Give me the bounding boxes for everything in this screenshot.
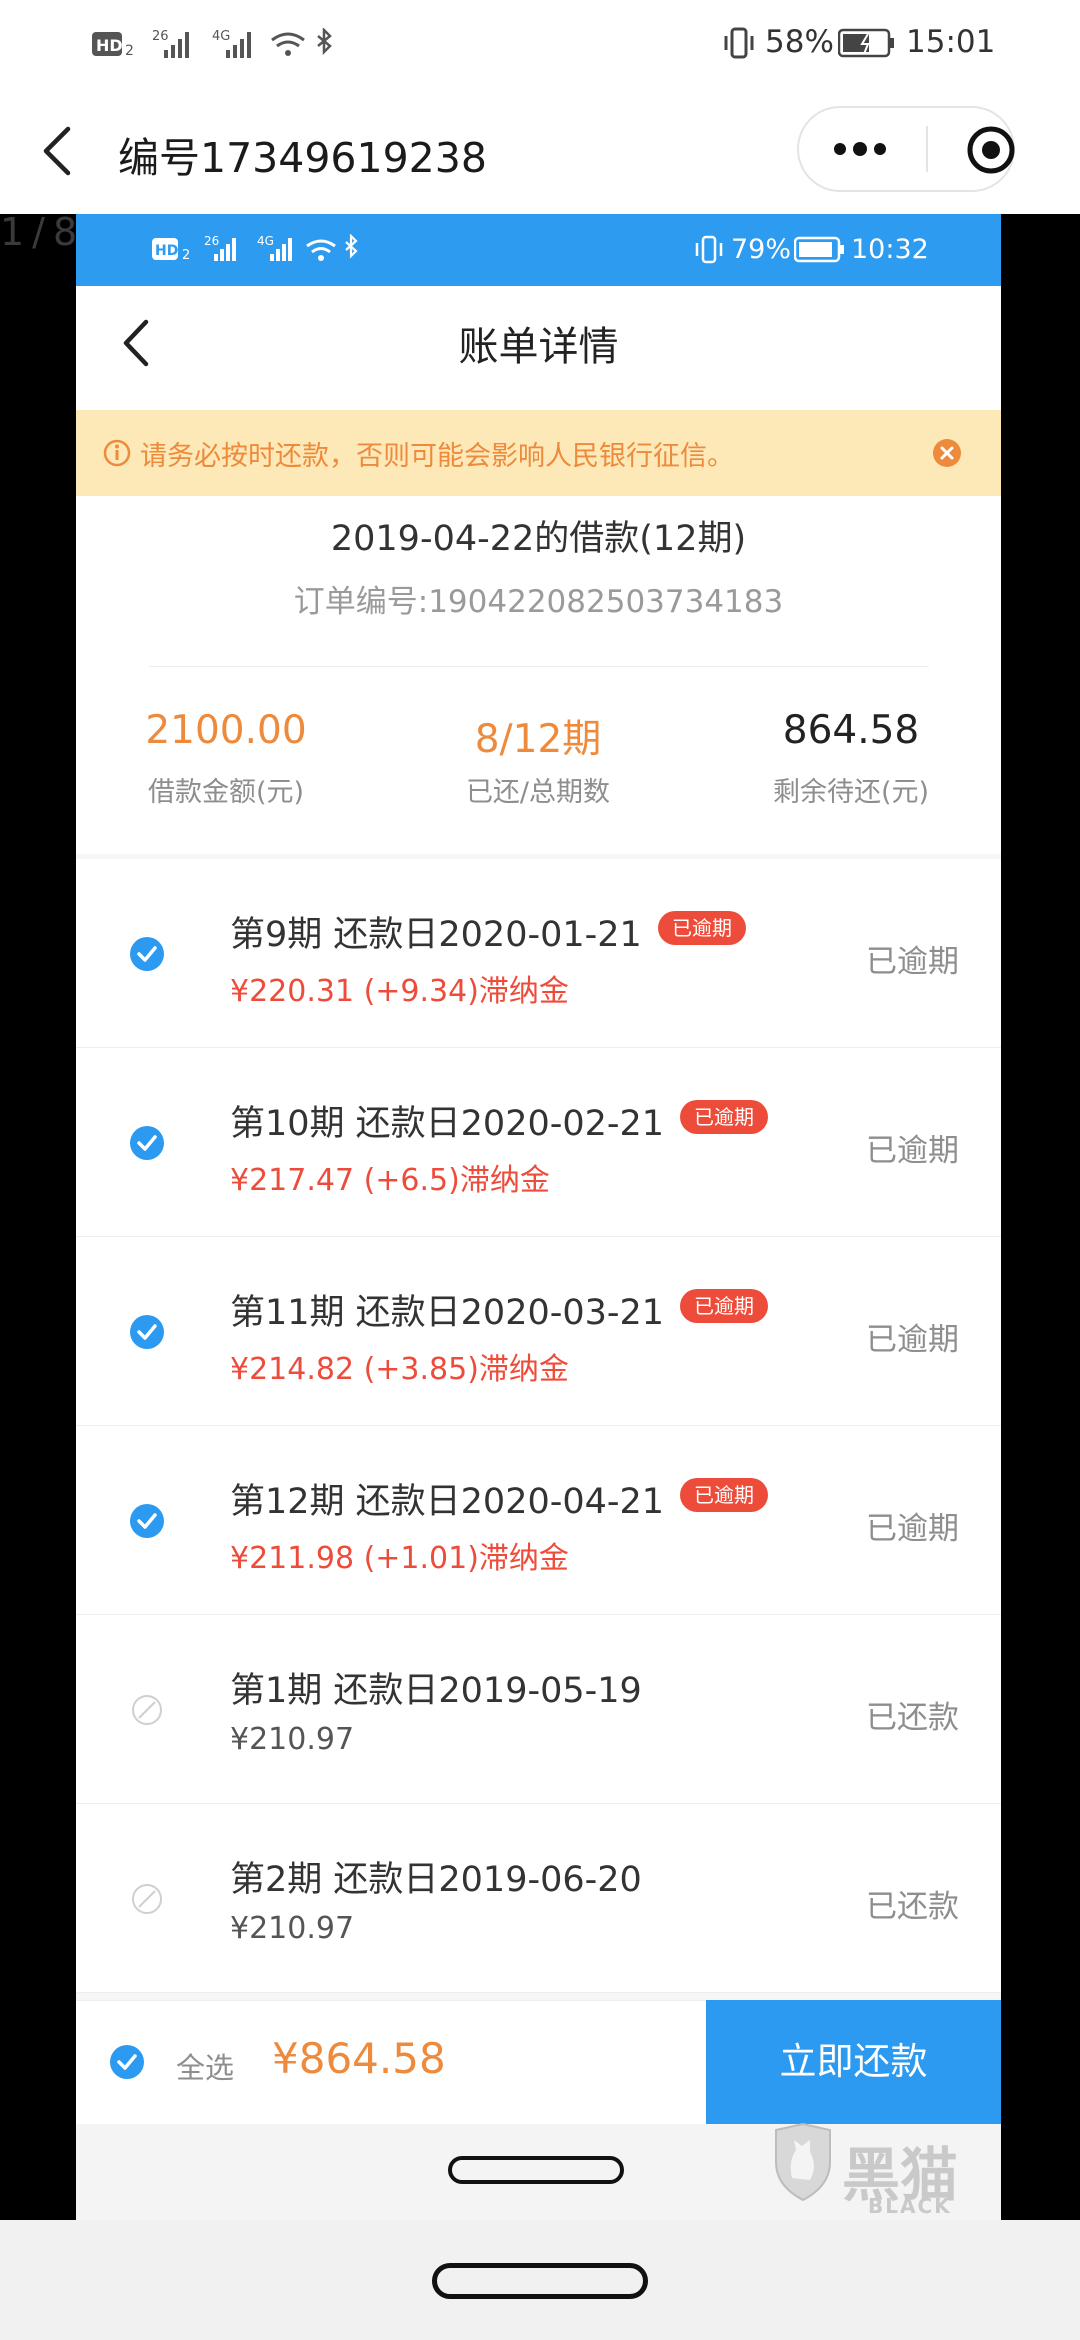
installment-title: 第1期 还款日2019-05-19 bbox=[230, 1671, 642, 1711]
page-title: 账单详情 bbox=[458, 324, 619, 370]
disabled-checkbox-icon bbox=[132, 1695, 162, 1725]
inner-status-bar: HD 2 26 4G 79% 10:32 bbox=[76, 214, 1001, 286]
notice-close-icon[interactable] bbox=[932, 438, 962, 468]
installment-status: 已逾期 bbox=[866, 1511, 959, 1547]
installment-title: 第2期 还款日2019-06-20 bbox=[230, 1860, 642, 1900]
back-arrow-icon[interactable] bbox=[40, 125, 76, 177]
loan-title: 2019-04-22的借款(12期) bbox=[330, 519, 747, 559]
checked-checkbox-icon[interactable] bbox=[128, 1502, 166, 1540]
chat-title: 编号17349619238 bbox=[118, 134, 487, 182]
overdue-badge: 已逾期 bbox=[680, 1478, 768, 1512]
page-indicator: 1/8 bbox=[0, 210, 86, 254]
svg-text:HD: HD bbox=[155, 243, 178, 259]
more-dots-icon[interactable] bbox=[830, 136, 890, 162]
svg-text:26: 26 bbox=[204, 234, 219, 248]
overdue-badge: 已逾期 bbox=[680, 1289, 768, 1323]
installment-status: 已逾期 bbox=[866, 944, 959, 980]
summary-divider bbox=[149, 666, 929, 667]
vibrate-icon bbox=[724, 27, 754, 59]
outer-clock: 15:01 bbox=[906, 24, 996, 60]
installment-title: 第10期 还款日2020-02-21 bbox=[230, 1104, 665, 1144]
image-viewer-left-margin bbox=[0, 214, 76, 2220]
black-cat-logo-icon bbox=[775, 2122, 831, 2202]
installment-amount: ¥220.31 (+9.34)滞纳金 bbox=[230, 974, 569, 1009]
periods-label: 已还/总期数 bbox=[465, 777, 611, 808]
installment-amount: ¥210.97 bbox=[230, 1722, 355, 1757]
svg-text:4G: 4G bbox=[212, 29, 230, 44]
installment-amount: ¥211.98 (+1.01)滞纳金 bbox=[230, 1541, 569, 1576]
order-number: 订单编号:190422082503734183 bbox=[293, 584, 784, 620]
installment-amount: ¥214.82 (+3.85)滞纳金 bbox=[230, 1352, 569, 1387]
overdue-badge: 已逾期 bbox=[658, 911, 746, 945]
loan-amount-value: 2100.00 bbox=[145, 708, 307, 753]
inner-screenshot: HD 2 26 4G 79% 10:32 账单详情 请务必按时还款，否则可能会影… bbox=[76, 214, 1001, 2220]
periods-value: 8/12期 bbox=[474, 717, 602, 762]
home-indicator[interactable] bbox=[432, 2263, 648, 2299]
capsule-divider bbox=[926, 126, 928, 172]
installment-status: 已逾期 bbox=[866, 1322, 959, 1358]
installment-amount: ¥217.47 (+6.5)滞纳金 bbox=[230, 1163, 550, 1198]
installment-status: 已还款 bbox=[866, 1889, 959, 1925]
total-amount: ¥864.58 bbox=[272, 2034, 446, 2083]
pay-now-button[interactable]: 立即还款 bbox=[706, 2000, 1001, 2124]
info-icon bbox=[103, 439, 131, 467]
select-all-checkbox-icon[interactable] bbox=[108, 2043, 146, 2081]
target-close-icon[interactable] bbox=[965, 124, 1017, 176]
checked-checkbox-icon[interactable] bbox=[128, 1313, 166, 1351]
svg-text:2: 2 bbox=[182, 248, 190, 263]
inner-home-indicator bbox=[448, 2156, 624, 2184]
inner-vibrate-icon bbox=[695, 235, 723, 264]
signal-icons: HD 2 26 4G bbox=[92, 28, 332, 59]
svg-text:26: 26 bbox=[152, 29, 169, 44]
checked-checkbox-icon[interactable] bbox=[128, 1124, 166, 1162]
inner-battery-icon bbox=[794, 236, 844, 263]
installment-title: 第11期 还款日2020-03-21 bbox=[230, 1293, 665, 1333]
loan-amount-label: 借款金额(元) bbox=[147, 777, 305, 808]
installment-status: 已逾期 bbox=[866, 1133, 959, 1169]
inner-battery-percent: 79% bbox=[731, 234, 792, 265]
svg-text:2: 2 bbox=[125, 43, 134, 59]
outer-battery-percent: 58% bbox=[765, 24, 834, 60]
select-all-label[interactable]: 全选 bbox=[176, 2045, 234, 2087]
checked-checkbox-icon[interactable] bbox=[128, 935, 166, 973]
outer-status-bar: HD 2 26 4G 58% 15:01 bbox=[0, 0, 1080, 86]
remaining-value: 864.58 bbox=[782, 708, 920, 753]
image-viewer-right-margin bbox=[1001, 214, 1080, 2220]
inner-signal-icons: HD 2 26 4G bbox=[152, 234, 358, 263]
svg-text:HD: HD bbox=[96, 36, 123, 55]
watermark-en: BLACK CAT bbox=[868, 2194, 952, 2220]
remaining-label: 剩余待还(元) bbox=[772, 777, 930, 808]
inner-clock: 10:32 bbox=[851, 234, 929, 265]
installment-amount: ¥210.97 bbox=[230, 1911, 355, 1946]
battery-icon bbox=[838, 28, 894, 58]
notice-text: 请务必按时还款，否则可能会影响人民银行征信。 bbox=[140, 441, 734, 472]
installment-title: 第9期 还款日2020-01-21 bbox=[230, 915, 642, 955]
installment-status: 已还款 bbox=[866, 1700, 959, 1736]
installment-title: 第12期 还款日2020-04-21 bbox=[230, 1482, 665, 1522]
overdue-badge: 已逾期 bbox=[680, 1100, 768, 1134]
svg-text:4G: 4G bbox=[257, 234, 274, 248]
disabled-checkbox-icon bbox=[132, 1884, 162, 1914]
